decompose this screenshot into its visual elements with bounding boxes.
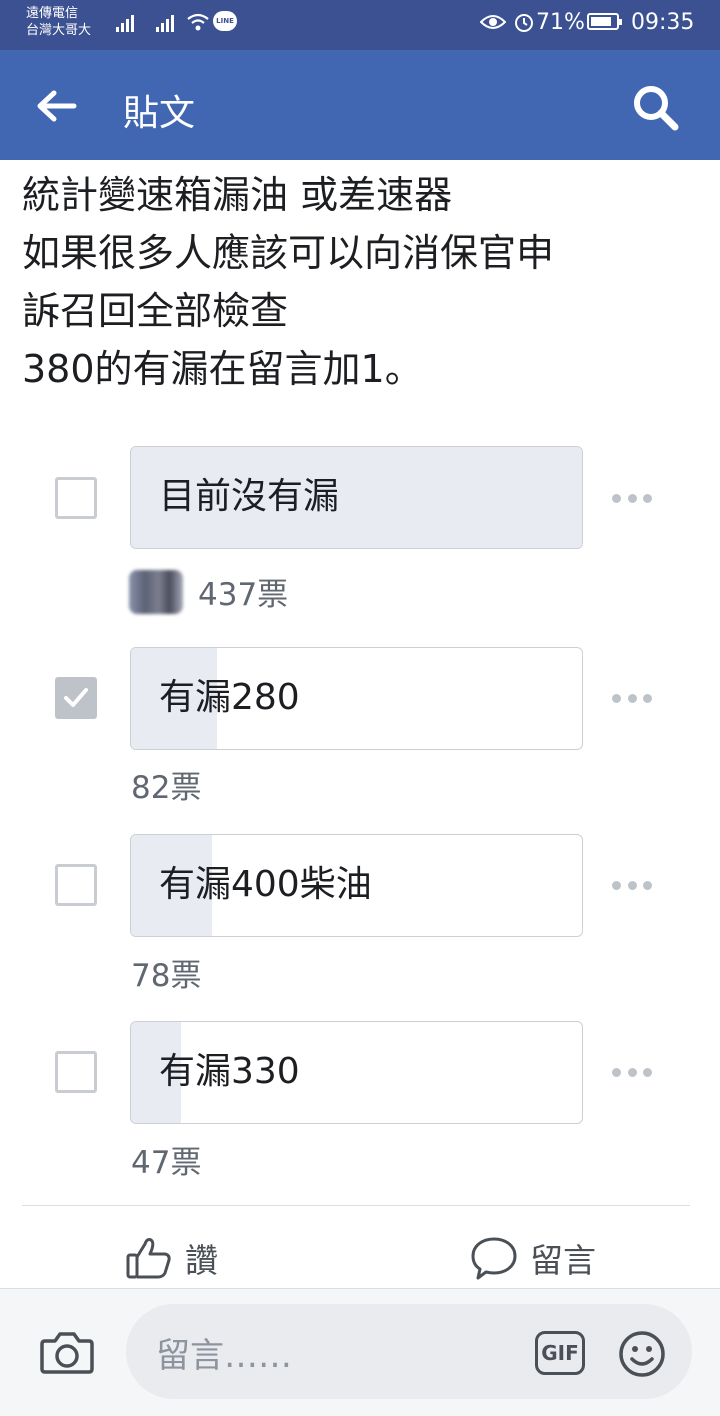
back-arrow-icon[interactable] [30, 86, 86, 126]
comment-input[interactable]: 留言…… GIF [126, 1304, 692, 1399]
poll-option-button[interactable]: 有漏280 [130, 647, 583, 750]
poll-vote-count[interactable]: 437票 [198, 569, 288, 614]
wifi-icon [187, 13, 209, 31]
like-button[interactable]: 讚 [125, 1228, 218, 1288]
battery-icon [587, 13, 622, 30]
thumbs-up-icon [126, 1238, 171, 1279]
comment-button[interactable]: 留言 [470, 1228, 596, 1288]
poll-checkbox[interactable] [55, 864, 97, 906]
status-bar: 遠傳電信 台灣大哥大 LINE 71% 09:35 [0, 0, 720, 50]
like-label: 讚 [185, 1241, 218, 1280]
post-line: 380的有漏在留言加1。 [22, 347, 423, 391]
poll-option-button[interactable]: 目前沒有漏 [130, 446, 583, 549]
divider [22, 1205, 690, 1206]
alarm-icon [515, 14, 533, 32]
post-line: 訴召回全部檢查 [22, 289, 289, 333]
carrier-name-2: 台灣大哥大 [26, 23, 92, 38]
clock: 09:35 [631, 10, 695, 35]
poll-option-button[interactable]: 有漏400柴油 [130, 834, 583, 937]
signal-icon [116, 14, 134, 32]
more-options-icon[interactable] [612, 688, 652, 708]
signal-icon [156, 14, 174, 32]
poll-option-label: 目前沒有漏 [159, 476, 340, 517]
more-options-icon[interactable] [612, 875, 652, 895]
poll-option-label: 有漏400柴油 [159, 864, 372, 905]
post-line: 如果很多人應該可以向消保官申 [22, 231, 555, 275]
poll-option-label: 有漏330 [159, 1051, 300, 1092]
more-options-icon[interactable] [612, 488, 652, 508]
comment-label: 留言 [530, 1241, 596, 1280]
carrier-name-1: 遠傳電信 [26, 6, 79, 21]
poll-option-label: 有漏280 [159, 677, 300, 718]
carrier-info: 遠傳電信 台灣大哥大 [26, 5, 91, 39]
eye-comfort-icon [480, 15, 506, 29]
speech-bubble-icon [471, 1237, 517, 1280]
poll-vote-count[interactable]: 47票 [131, 1137, 201, 1182]
comment-placeholder: 留言…… [156, 1336, 292, 1376]
search-icon[interactable] [628, 82, 684, 132]
comment-composer: 留言…… GIF [0, 1288, 720, 1416]
app-header: 貼文 [0, 50, 720, 160]
post-line: 統計變速箱漏油 或差速器 [22, 173, 453, 217]
voter-avatar[interactable] [129, 570, 183, 614]
poll-vote-count[interactable]: 82票 [131, 762, 201, 807]
line-app-icon: LINE [213, 11, 237, 31]
poll-option-button[interactable]: 有漏330 [130, 1021, 583, 1124]
more-options-icon[interactable] [612, 1062, 652, 1082]
battery-percent: 71% [536, 10, 585, 35]
gif-button[interactable]: GIF [535, 1331, 585, 1375]
emoji-icon[interactable] [618, 1330, 666, 1378]
poll-checkbox[interactable] [55, 477, 97, 519]
poll-checkbox[interactable] [55, 1051, 97, 1093]
check-icon [64, 688, 88, 707]
poll-checkbox[interactable] [55, 677, 97, 719]
poll-vote-count[interactable]: 78票 [131, 950, 201, 995]
camera-icon[interactable] [39, 1327, 95, 1377]
page-title: 貼文 [123, 93, 196, 134]
post-body: 統計變速箱漏油 或差速器 如果很多人應該可以向消保官申 訴召回全部檢查 380的… [22, 166, 702, 398]
